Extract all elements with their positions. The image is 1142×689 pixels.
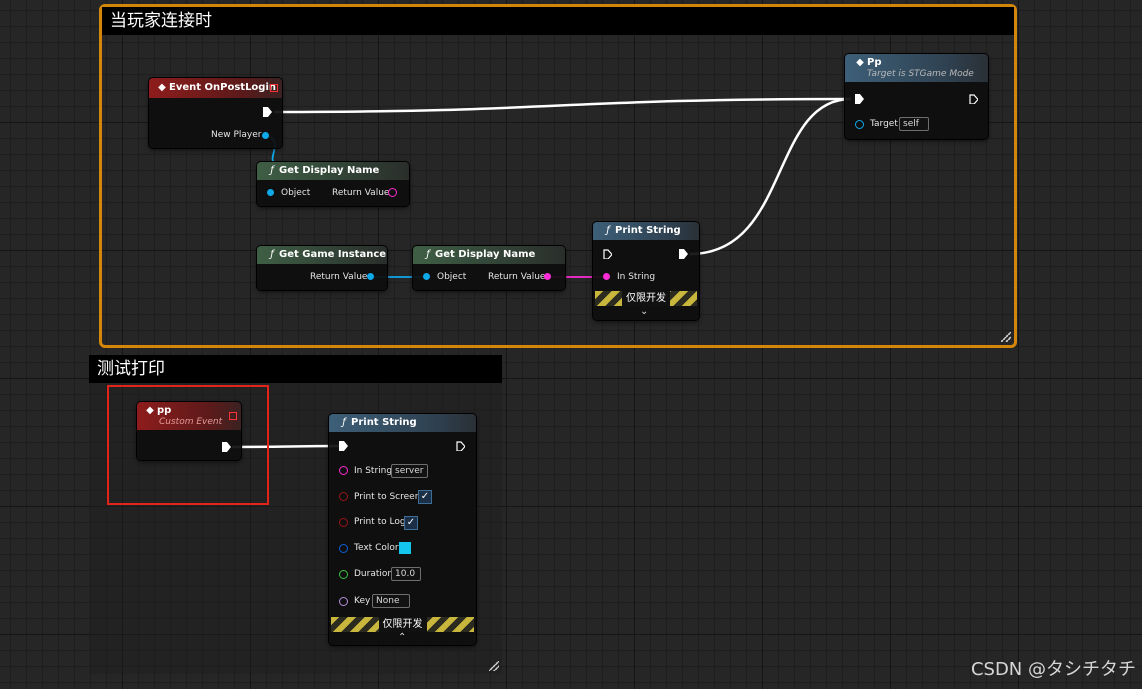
pin-label: Text Color <box>354 543 399 553</box>
in-string-pin[interactable] <box>603 273 610 280</box>
function-icon: ƒ <box>270 249 274 260</box>
get-display-name-node[interactable]: ƒ Get Display Name Object Return Value <box>257 162 409 206</box>
pin-label: Print to Log <box>354 517 406 527</box>
function-icon: ƒ <box>606 225 610 236</box>
pin-label: Object <box>281 188 311 198</box>
pin-label: In String <box>617 272 656 282</box>
exec-in-pin[interactable] <box>603 249 612 259</box>
target-pin[interactable] <box>855 120 864 129</box>
pin-label: New Player <box>211 130 262 140</box>
development-only-banner: 仅限开发 <box>595 291 697 306</box>
key-pin[interactable] <box>339 597 348 606</box>
node-title: Pp <box>867 57 882 68</box>
print-to-log-checkbox[interactable]: ✓ <box>404 516 418 530</box>
exec-in-pin[interactable] <box>855 94 864 104</box>
text-color-pin[interactable] <box>339 544 348 553</box>
pin-label: In String <box>354 466 393 476</box>
function-icon: ƒ <box>270 165 274 176</box>
pin-label: Print to Screen <box>354 492 421 502</box>
function-icon: ƒ <box>426 249 430 260</box>
exec-out-pin[interactable] <box>263 107 272 117</box>
pin-label: Return Value <box>488 272 546 282</box>
print-to-screen-checkbox[interactable]: ✓ <box>418 490 432 504</box>
new-player-pin[interactable] <box>262 132 269 139</box>
expand-chevron-icon[interactable]: ⌃ <box>398 632 406 643</box>
pin-label: Return Value <box>310 272 368 282</box>
watermark: CSDN @タシチタチ <box>970 659 1136 680</box>
expand-chevron-icon[interactable]: ⌄ <box>640 306 648 317</box>
return-value-pin[interactable] <box>388 188 397 197</box>
pin-label: Duration <box>354 569 394 579</box>
exec-out-pin[interactable] <box>456 441 465 451</box>
get-display-name-node[interactable]: ƒ Get Display Name Object Return Value <box>413 246 565 290</box>
node-title: Get Display Name <box>435 249 536 260</box>
pin-label: Key <box>354 596 371 606</box>
return-value-pin[interactable] <box>544 273 551 280</box>
node-title: Event OnPostLogin <box>169 82 277 93</box>
node-title: Get Game Instance <box>279 249 387 260</box>
get-game-instance-node[interactable]: ƒ Get Game Instance Return Value <box>257 246 387 290</box>
in-string-pin[interactable] <box>339 466 348 475</box>
key-field[interactable]: None <box>372 594 410 608</box>
target-field[interactable]: self <box>899 117 929 131</box>
exec-wire-postlogin-pp <box>273 97 852 114</box>
node-title: Get Display Name <box>279 165 380 176</box>
pin-label: Target <box>870 119 898 129</box>
delegate-pin-icon[interactable] <box>270 84 278 92</box>
node-subtitle: Target is STGame Mode <box>867 69 974 79</box>
node-title: Print String <box>351 417 417 428</box>
object-pin[interactable] <box>267 189 274 196</box>
in-string-field[interactable]: server <box>391 464 428 478</box>
return-value-pin[interactable] <box>367 273 374 280</box>
print-to-log-pin[interactable] <box>339 518 348 527</box>
event-diamond-icon: ◆ <box>158 82 166 93</box>
duration-pin[interactable] <box>339 570 348 579</box>
exec-wire-print-pp <box>689 97 852 256</box>
pin-label: Return Value <box>332 188 390 198</box>
duration-field[interactable]: 10.0 <box>391 567 421 581</box>
exec-out-pin[interactable] <box>969 94 978 104</box>
event-onpostlogin-node[interactable]: ◆ Event OnPostLogin New Player <box>149 78 282 148</box>
dev-only-label: 仅限开发 <box>622 291 670 306</box>
function-diamond-icon: ◆ <box>856 57 864 68</box>
print-to-screen-pin[interactable] <box>339 492 348 501</box>
pin-label: Object <box>437 272 467 282</box>
node-title: Print String <box>615 225 681 236</box>
exec-out-pin[interactable] <box>679 249 688 259</box>
highlight-box <box>107 385 269 505</box>
print-string-node[interactable]: ƒ Print String In String 仅限开发 ⌄ <box>593 222 699 320</box>
function-icon: ƒ <box>342 417 346 428</box>
dev-only-label: 仅限开发 <box>378 617 427 632</box>
print-string-node[interactable]: ƒ Print String In String server Print to … <box>329 414 476 645</box>
pp-function-call-node[interactable]: ◆ Pp Target is STGame Mode Target self <box>845 54 988 139</box>
development-only-banner: 仅限开发 <box>331 617 474 632</box>
object-pin[interactable] <box>423 273 430 280</box>
text-color-swatch[interactable] <box>399 542 411 554</box>
exec-in-pin[interactable] <box>339 441 348 451</box>
